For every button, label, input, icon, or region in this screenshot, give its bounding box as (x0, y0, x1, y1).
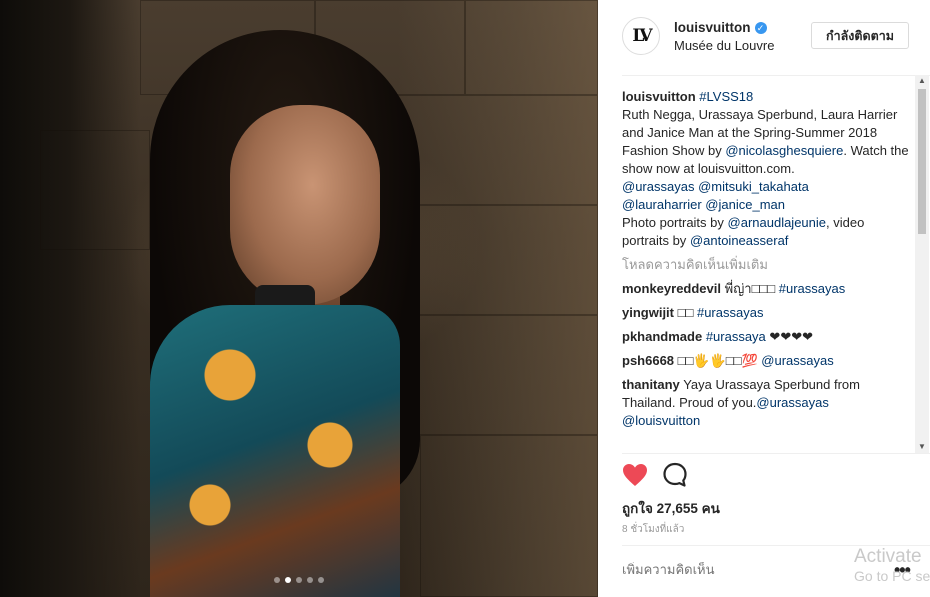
model-face (230, 105, 380, 305)
stone-block (40, 130, 150, 250)
comment-icon[interactable] (662, 462, 688, 491)
scroll-down-icon[interactable]: ▼ (918, 443, 926, 451)
comment-item: monkeyreddevil พี่ญ่า□□□ #urassayas (622, 280, 914, 298)
caption-mention[interactable]: @nicolasghesquiere (725, 143, 843, 158)
caption-username[interactable]: louisvuitton (622, 89, 696, 104)
caption-hashtag[interactable]: #LVSS18 (699, 89, 753, 104)
comment-item: psh6668 □□🖐🖐□□💯 @urassayas (622, 352, 914, 370)
carousel-dot[interactable] (307, 577, 313, 583)
post-header: LV louisvuitton ✓ Musée du Louvre กำลังติ… (598, 0, 930, 75)
stone-block (410, 315, 598, 435)
add-comment-input[interactable] (622, 562, 832, 577)
comment-mention[interactable]: @urassayas (756, 395, 828, 410)
caption-mention[interactable]: @mitsuki_takahata (698, 179, 809, 194)
following-button[interactable]: กำลังติดตาม (811, 22, 909, 49)
comment-username[interactable]: psh6668 (622, 353, 674, 368)
caption-mention[interactable]: @arnaudlajeunie (728, 215, 827, 230)
carousel-dot[interactable] (296, 577, 302, 583)
windows-activation-watermark: Activate Go to PC se (854, 547, 930, 583)
post-caption: louisvuitton #LVSS18 Ruth Negga, Urassay… (622, 88, 914, 250)
comment-mention[interactable]: @louisvuitton (622, 413, 700, 428)
comments-list[interactable]: louisvuitton #LVSS18 Ruth Negga, Urassay… (622, 88, 914, 452)
comment-item: pkhandmade #urassaya ❤❤❤❤ (622, 328, 914, 346)
post-username[interactable]: louisvuitton ✓ (674, 20, 767, 35)
watermark-line: Activate (854, 546, 922, 567)
divider (622, 75, 930, 76)
post-photo[interactable] (0, 0, 598, 597)
carousel-indicator (0, 577, 598, 583)
caption-mention[interactable]: @urassayas (622, 179, 694, 194)
model-dress (150, 305, 400, 597)
carousel-dot[interactable] (285, 577, 291, 583)
caption-mention[interactable]: @janice_man (705, 197, 785, 212)
comment-username[interactable]: thanitany (622, 377, 680, 392)
comments-scrollbar[interactable]: ▲ ▼ (915, 75, 929, 453)
comment-username[interactable]: yingwijit (622, 305, 674, 320)
carousel-dot[interactable] (274, 577, 280, 583)
caption-mention[interactable]: @antoineasseraf (690, 233, 788, 248)
likes-count[interactable]: ถูกใจ 27,655 คน (622, 497, 720, 519)
post-timestamp: 8 ชั่วโมงที่แล้ว (622, 524, 685, 535)
divider (622, 453, 930, 454)
watermark-line: Go to PC se (854, 568, 930, 584)
avatar[interactable]: LV (622, 17, 660, 55)
carousel-dot[interactable] (318, 577, 324, 583)
comment-item: yingwijit □□ #urassayas (622, 304, 914, 322)
comment-text: □□🖐🖐□□💯 (677, 353, 758, 368)
stone-block (420, 435, 598, 597)
comment-username[interactable]: pkhandmade (622, 329, 702, 344)
post-location[interactable]: Musée du Louvre (674, 38, 774, 53)
scroll-up-icon[interactable]: ▲ (918, 77, 926, 85)
comment-mention[interactable]: @urassayas (761, 353, 833, 368)
scrollbar-thumb[interactable] (918, 89, 926, 234)
caption-text: Photo portraits by (622, 215, 724, 230)
comment-hashtag[interactable]: #urassaya (706, 329, 766, 344)
comment-hashtag[interactable]: #urassayas (779, 281, 845, 296)
heart-icon[interactable] (622, 463, 648, 490)
photo-shadow (0, 0, 140, 597)
comment-item: thanitany Yaya Urassaya Sperbund from Th… (622, 376, 914, 430)
load-more-comments-link[interactable]: โหลดความคิดเห็นเพิ่มเติม (622, 256, 914, 274)
comment-text: พี่ญ่า□□□ (724, 281, 776, 296)
stone-block (465, 0, 598, 95)
comment-username[interactable]: monkeyreddevil (622, 281, 721, 296)
post-actions (622, 462, 688, 490)
comment-text: ❤❤❤❤ (769, 329, 813, 344)
post-side-panel: LV louisvuitton ✓ Musée du Louvre กำลังติ… (598, 0, 930, 597)
caption-mention[interactable]: @lauraharrier (622, 197, 702, 212)
stone-block (400, 205, 598, 315)
comment-text: □□ (677, 305, 694, 320)
verified-badge-icon: ✓ (754, 22, 767, 34)
comment-hashtag[interactable]: #urassayas (697, 305, 763, 320)
